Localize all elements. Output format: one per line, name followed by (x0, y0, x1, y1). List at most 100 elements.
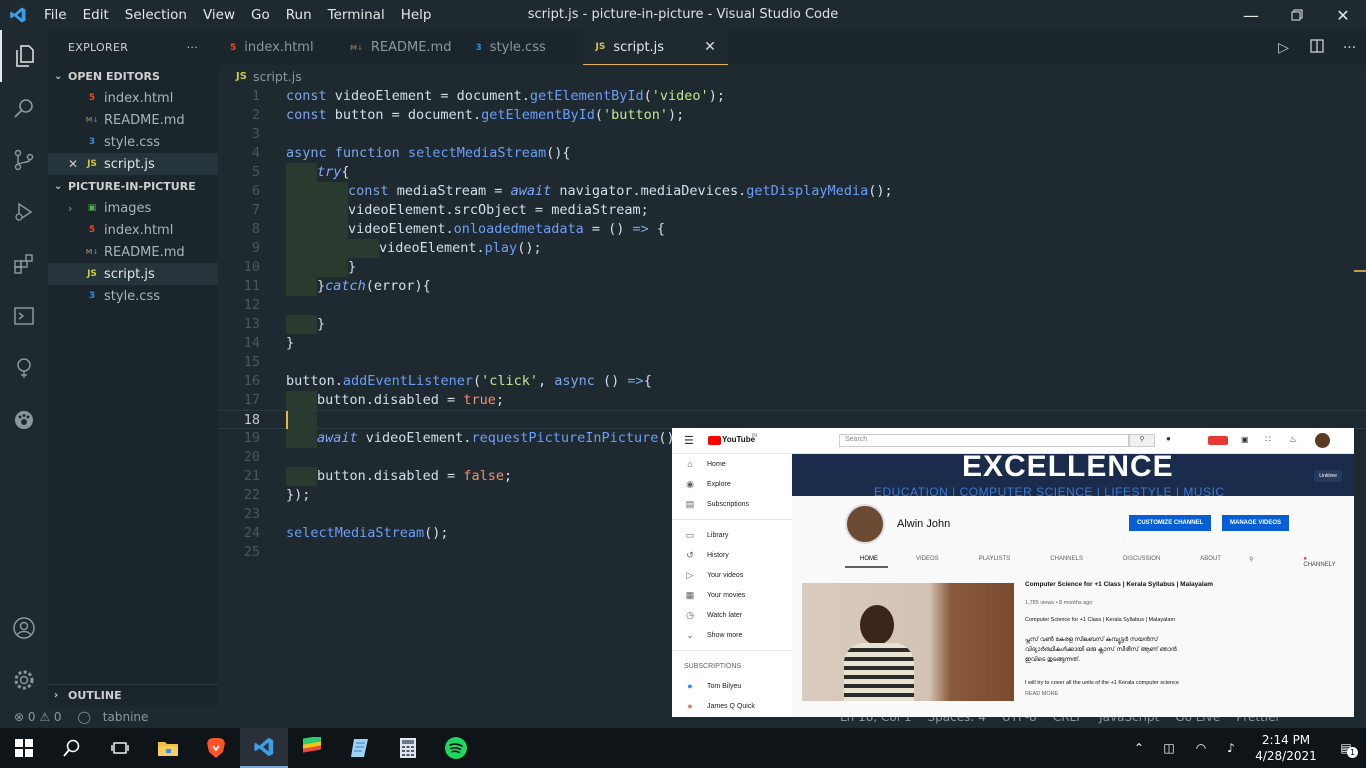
video-title[interactable]: Computer Science for +1 Class | Kerala S… (1025, 581, 1213, 588)
file-explorer-icon[interactable] (144, 728, 192, 768)
file-item[interactable]: M↓ README.md (48, 241, 218, 263)
tab-script-js[interactable]: JS script.js ✕ (583, 30, 728, 65)
split-editor-icon[interactable] (1300, 38, 1333, 57)
tab-home[interactable]: HOME (845, 556, 888, 568)
film-icon: ▦ (685, 589, 695, 600)
menu-selection[interactable]: Selection (117, 0, 195, 30)
close-icon[interactable]: ✕ (68, 157, 84, 171)
clock[interactable]: 2:14 PM 4/28/2021 (1246, 732, 1326, 764)
yt-nav-show-more[interactable]: ⌄ Show more (672, 625, 792, 645)
menu-go[interactable]: Go (243, 0, 278, 30)
menu-run[interactable]: Run (278, 0, 320, 30)
video-thumbnail[interactable] (802, 583, 1014, 701)
youtube-search-button[interactable]: ⚲ (1129, 434, 1155, 447)
search-icon[interactable]: ⚲ (1241, 556, 1261, 568)
yt-nav-subscriptions[interactable]: ▤ Subscriptions (672, 494, 792, 514)
search-icon[interactable] (0, 82, 48, 134)
channely-tab[interactable]: ● CHANNELY (1261, 556, 1335, 568)
tab-playlists[interactable]: PLAYLISTS (959, 556, 1031, 568)
notepad-icon[interactable] (336, 728, 384, 768)
bluestacks-icon[interactable] (288, 728, 336, 768)
tab-readme-md[interactable]: M↓ README.md (338, 30, 463, 65)
customize-channel-button[interactable]: CUSTOMIZE CHANNEL (1129, 515, 1212, 531)
yt-nav-library[interactable]: ▭ Library (672, 525, 792, 545)
tabnine-status[interactable]: ◯ tabnine (70, 710, 165, 724)
create-video-icon[interactable]: ▣ (1241, 435, 1249, 444)
outline-section[interactable]: › OUTLINE (48, 684, 218, 706)
manage-videos-button[interactable]: MANAGE VIDEOS (1222, 515, 1290, 531)
open-editor-item[interactable]: M↓ README.md (48, 109, 218, 131)
folder-item[interactable]: › ▣ images (48, 197, 218, 219)
tab-about[interactable]: ABOUT (1180, 556, 1241, 568)
picture-in-picture-window[interactable]: ☰ YouTube IN Search ⚲ ● ▣ ∷ ♨ ⌂ Home ◉ Exp… (672, 428, 1354, 717)
notifications-icon[interactable]: ♨ (1289, 434, 1297, 445)
problems-status[interactable]: ⊗ 0 ⚠ 0 (0, 710, 70, 724)
mic-icon[interactable]: ● (1166, 434, 1171, 443)
linktree-badge[interactable]: Linktree (1314, 470, 1342, 482)
file-item[interactable]: 3 style.css (48, 285, 218, 307)
yt-nav-home[interactable]: ⌂ Home (672, 454, 792, 474)
brave-browser-icon[interactable] (192, 728, 240, 768)
menu-bar: File Edit Selection View Go Run Terminal… (36, 0, 439, 30)
more-actions-icon[interactable]: ··· (187, 41, 198, 54)
open-editor-item[interactable]: ✕ JS script.js (48, 153, 218, 175)
yt-nav-your-movies[interactable]: ▦ Your movies (672, 585, 792, 605)
tab-discussion[interactable]: DISCUSSION (1103, 556, 1180, 568)
calculator-icon[interactable] (384, 728, 432, 768)
yt-nav-watch-later[interactable]: ◷ Watch later (672, 605, 792, 625)
explorer-icon[interactable] (0, 30, 48, 82)
close-tab-icon[interactable]: ✕ (704, 39, 716, 55)
run-icon[interactable]: ▷ (1267, 40, 1300, 56)
windows-start-icon[interactable] (0, 728, 48, 768)
task-view-icon[interactable] (96, 728, 144, 768)
battery-icon[interactable]: ◫ (1152, 741, 1186, 755)
project-section[interactable]: ⌄ PICTURE-IN-PICTURE (48, 175, 218, 197)
menu-help[interactable]: Help (393, 0, 440, 30)
extensions-icon[interactable] (0, 238, 48, 290)
yt-nav-history[interactable]: ↺ History (672, 545, 792, 565)
search-icon[interactable] (48, 728, 96, 768)
minimize-button[interactable]: — (1228, 0, 1274, 30)
open-editor-item[interactable]: 5 index.html (48, 87, 218, 109)
menu-edit[interactable]: Edit (75, 0, 117, 30)
account-icon[interactable] (0, 602, 48, 654)
yt-nav-explore[interactable]: ◉ Explore (672, 474, 792, 494)
open-editors-section[interactable]: ⌄ OPEN EDITORS (48, 65, 218, 87)
menu-file[interactable]: File (36, 0, 75, 30)
menu-view[interactable]: View (195, 0, 243, 30)
apps-icon[interactable]: ∷ (1265, 434, 1271, 445)
menu-terminal[interactable]: Terminal (320, 0, 393, 30)
more-actions-icon[interactable]: ··· (1333, 40, 1366, 56)
yt-nav-your-videos[interactable]: ▷ Your videos (672, 565, 792, 585)
read-more-link[interactable]: READ MORE (1025, 691, 1058, 697)
tab-videos[interactable]: VIDEOS (888, 556, 959, 568)
spotify-icon[interactable] (432, 728, 480, 768)
file-item[interactable]: 5 index.html (48, 219, 218, 241)
tab-style-css[interactable]: 3 style.css (463, 30, 583, 65)
gear-icon[interactable] (0, 654, 48, 706)
subscription-item[interactable]: ● James Q Quick (672, 696, 792, 716)
html5-icon: 5 (230, 42, 237, 53)
youtube-logo-text[interactable]: YouTube (722, 435, 755, 444)
chevron-up-icon[interactable]: ⌃ (1126, 741, 1152, 755)
restore-button[interactable] (1274, 0, 1320, 30)
run-debug-icon[interactable] (0, 186, 48, 238)
remote-explorer-icon[interactable] (0, 290, 48, 342)
vscode-taskbar-icon[interactable] (240, 728, 288, 768)
paw-icon[interactable] (0, 394, 48, 446)
tab-channels[interactable]: CHANNELS (1030, 556, 1103, 568)
hamburger-icon[interactable]: ☰ (684, 434, 694, 447)
source-control-icon[interactable] (0, 134, 48, 186)
channely-icon[interactable] (1208, 436, 1228, 445)
youtube-search-input[interactable]: Search (839, 434, 1129, 447)
wifi-icon[interactable]: ◠ (1186, 741, 1216, 755)
avatar[interactable] (1315, 433, 1330, 448)
close-window-button[interactable]: ✕ (1320, 0, 1366, 30)
file-item[interactable]: JS script.js (48, 263, 218, 285)
subscription-item[interactable]: ● Tom Bilyeu (672, 676, 792, 696)
tab-index-html[interactable]: 5 index.html (218, 30, 338, 65)
notification-center-icon[interactable]: ▤ 1 (1326, 741, 1366, 758)
tree-icon[interactable] (0, 342, 48, 394)
volume-icon[interactable]: ♪ (1216, 741, 1246, 755)
open-editor-item[interactable]: 3 style.css (48, 131, 218, 153)
